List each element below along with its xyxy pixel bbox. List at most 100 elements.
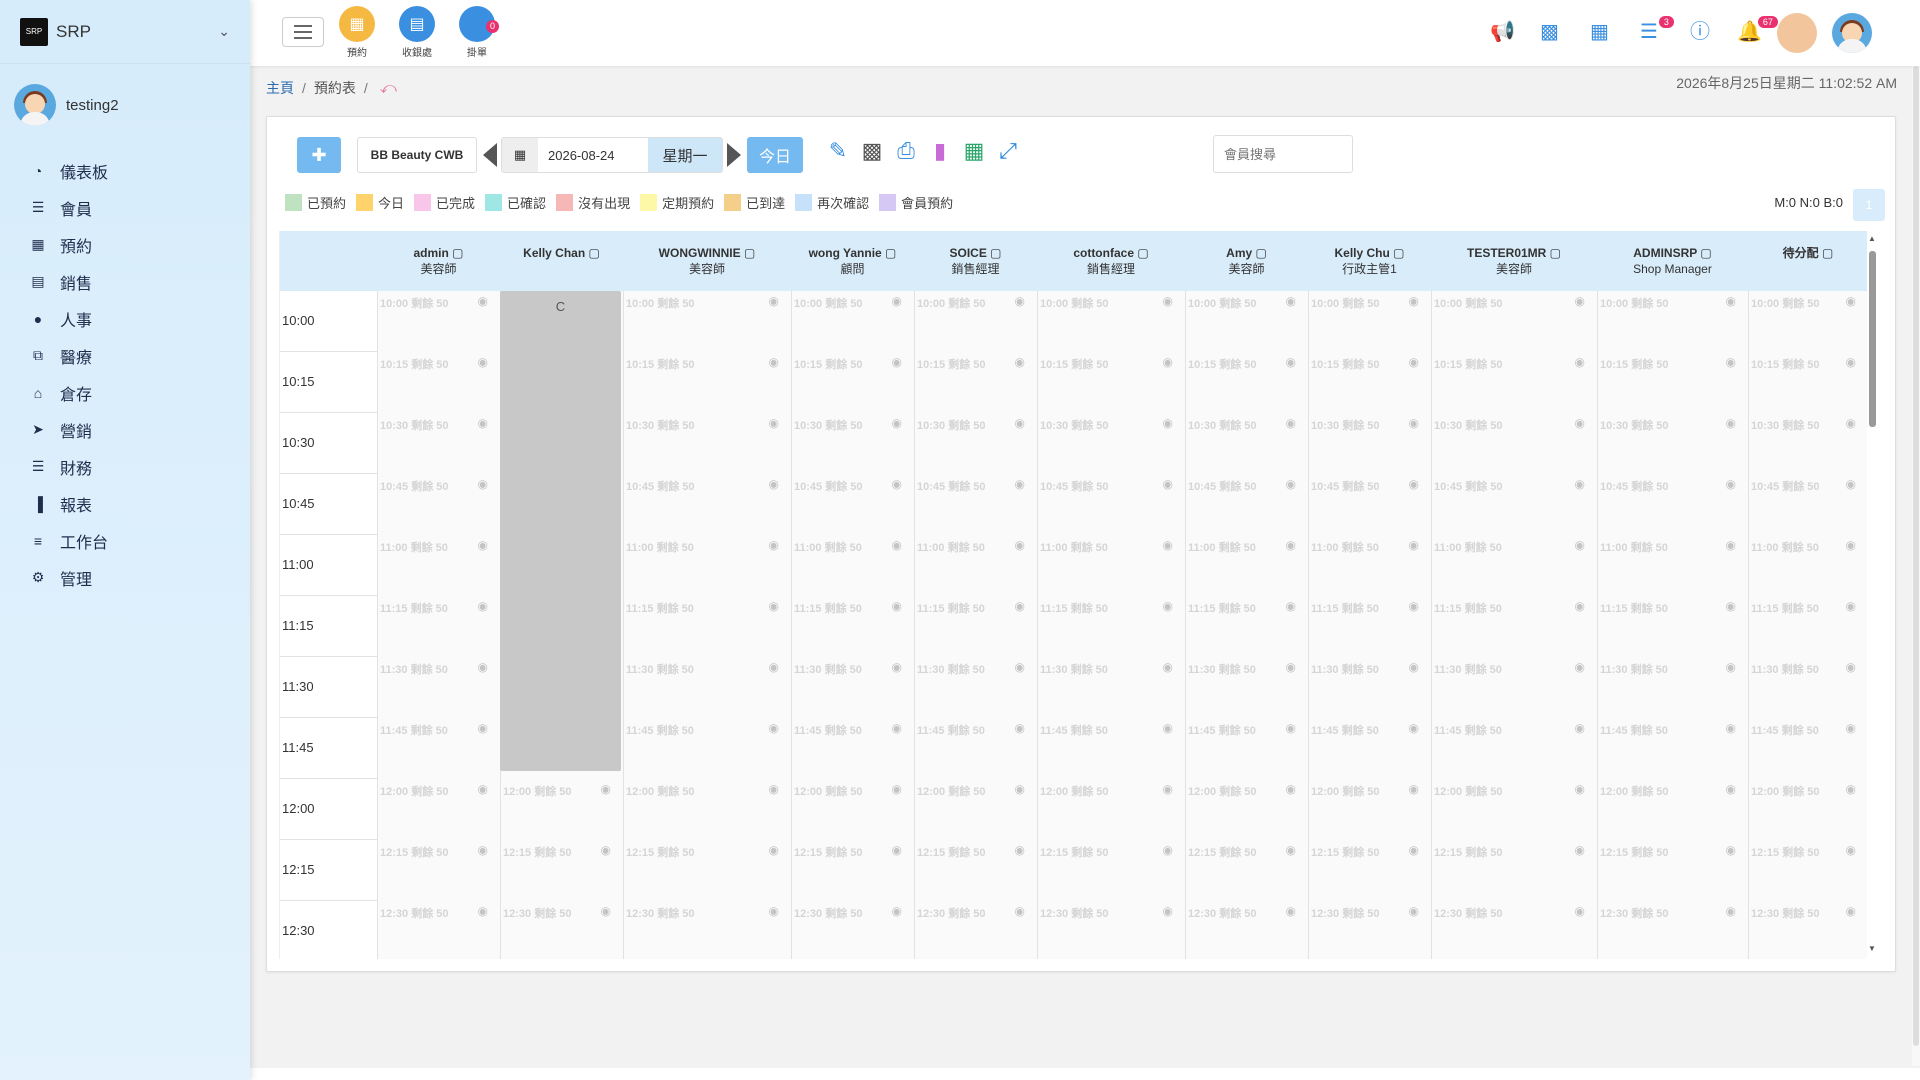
slot-cell[interactable]: 10:00 剩餘 50 ◉ <box>1037 291 1185 352</box>
slot-cell[interactable]: 12:00 剩餘 50 ◉ <box>1308 779 1431 840</box>
eye-icon[interactable]: ◉ <box>1726 660 1736 674</box>
eye-icon[interactable]: ◉ <box>601 904 611 918</box>
staff-column-header[interactable]: Amy ▢ 美容師 <box>1185 245 1308 277</box>
calendar-icon[interactable]: ▢ <box>1134 246 1148 260</box>
eye-icon[interactable]: ◉ <box>1575 660 1585 674</box>
eye-icon[interactable]: ◉ <box>1163 538 1173 552</box>
eye-icon[interactable]: ◉ <box>1575 904 1585 918</box>
eye-icon[interactable]: ◉ <box>892 721 902 735</box>
slot-cell[interactable]: 12:30 剩餘 50 ◉ <box>1748 901 1868 959</box>
slot-cell[interactable]: 12:15 剩餘 50 ◉ <box>914 840 1037 901</box>
staff-column-header[interactable]: cottonface ▢ 銷售經理 <box>1037 245 1185 277</box>
eye-icon[interactable]: ◉ <box>1575 538 1585 552</box>
eye-icon[interactable]: ◉ <box>1409 843 1419 857</box>
eye-icon[interactable]: ◉ <box>1015 904 1025 918</box>
eye-icon[interactable]: ◉ <box>478 782 488 796</box>
slot-cell[interactable]: 12:30 剩餘 50 ◉ <box>377 901 500 959</box>
slot-cell[interactable]: 11:30 剩餘 50 ◉ <box>1185 657 1308 718</box>
slot-cell[interactable]: 11:45 剩餘 50 ◉ <box>377 718 500 779</box>
sidebar-item-0[interactable]: ◔ 儀表板 <box>0 152 250 189</box>
slot-cell[interactable]: 12:15 剩餘 50 ◉ <box>1037 840 1185 901</box>
slot-cell[interactable]: 12:00 剩餘 50 ◉ <box>791 779 914 840</box>
calendar-icon[interactable]: ▢ <box>1390 246 1404 260</box>
slot-cell[interactable]: 10:00 剩餘 50 ◉ <box>1748 291 1868 352</box>
eye-icon[interactable]: ◉ <box>769 416 779 430</box>
sidebar-item-11[interactable]: ⚙ 管理 <box>0 559 250 596</box>
eye-icon[interactable]: ◉ <box>769 843 779 857</box>
page-button[interactable]: 1 <box>1853 189 1885 221</box>
eye-icon[interactable]: ◉ <box>1726 294 1736 308</box>
slot-cell[interactable]: 11:00 剩餘 50 ◉ <box>1431 535 1597 596</box>
slot-cell[interactable]: 12:30 剩餘 50 ◉ <box>791 901 914 959</box>
eye-icon[interactable]: ◉ <box>1726 477 1736 491</box>
slot-cell[interactable]: 11:45 剩餘 50 ◉ <box>1431 718 1597 779</box>
eye-icon[interactable]: ◉ <box>1846 355 1856 369</box>
slot-cell[interactable]: 10:30 剩餘 50 ◉ <box>914 413 1037 474</box>
slot-cell[interactable]: 10:00 剩餘 50 ◉ <box>1185 291 1308 352</box>
eye-icon[interactable]: ◉ <box>769 294 779 308</box>
slot-cell[interactable]: 12:00 剩餘 50 ◉ <box>1431 779 1597 840</box>
slot-cell[interactable]: 11:30 剩餘 50 ◉ <box>914 657 1037 718</box>
next-day-button[interactable] <box>727 143 741 167</box>
staff-column-header[interactable]: Kelly Chan ▢ <box>500 245 623 261</box>
slot-cell[interactable]: 11:15 剩餘 50 ◉ <box>914 596 1037 657</box>
eye-icon[interactable]: ◉ <box>892 538 902 552</box>
eye-icon[interactable]: ◉ <box>1163 782 1173 796</box>
scroll-up-icon[interactable]: ▲ <box>1868 234 1876 243</box>
eye-icon[interactable]: ◉ <box>1409 660 1419 674</box>
room-icon[interactable]: ▩ <box>857 136 887 166</box>
sidebar-item-6[interactable]: ⌂ 倉存 <box>0 374 250 411</box>
eye-icon[interactable]: ◉ <box>769 477 779 491</box>
eye-icon[interactable]: ◉ <box>1409 538 1419 552</box>
slot-cell[interactable]: 12:15 剩餘 50 ◉ <box>1308 840 1431 901</box>
eye-icon[interactable]: ◉ <box>1163 843 1173 857</box>
eye-icon[interactable]: ◉ <box>1846 294 1856 308</box>
eye-icon[interactable]: ◉ <box>1015 416 1025 430</box>
slot-cell[interactable]: 11:30 剩餘 50 ◉ <box>1308 657 1431 718</box>
slot-cell[interactable]: 10:15 剩餘 50 ◉ <box>1185 352 1308 413</box>
slot-cell[interactable]: 12:00 剩餘 50 ◉ <box>1748 779 1868 840</box>
slot-cell[interactable]: 10:45 剩餘 50 ◉ <box>914 474 1037 535</box>
eye-icon[interactable]: ◉ <box>478 660 488 674</box>
sidebar-item-10[interactable]: ≡ 工作台 <box>0 522 250 559</box>
eye-icon[interactable]: ◉ <box>1409 294 1419 308</box>
eye-icon[interactable]: ◉ <box>478 843 488 857</box>
calendar-icon[interactable]: ▢ <box>987 246 1001 260</box>
slot-cell[interactable]: 11:45 剩餘 50 ◉ <box>1185 718 1308 779</box>
calendar-icon[interactable]: ▢ <box>1546 246 1561 260</box>
eye-icon[interactable]: ◉ <box>892 355 902 369</box>
eye-icon[interactable]: ◉ <box>892 843 902 857</box>
eye-icon[interactable]: ◉ <box>1846 599 1856 613</box>
slot-cell[interactable]: 10:45 剩餘 50 ◉ <box>623 474 791 535</box>
schedule-grid[interactable]: admin ▢ 美容師 Kelly Chan ▢ WONGWINNIE ▢ 美容師 won… <box>279 231 1877 959</box>
prev-day-button[interactable] <box>483 143 497 167</box>
eye-icon[interactable]: ◉ <box>601 782 611 796</box>
eye-icon[interactable]: ◉ <box>1726 843 1736 857</box>
eye-icon[interactable]: ◉ <box>1726 721 1736 735</box>
eye-icon[interactable]: ◉ <box>1015 721 1025 735</box>
slot-cell[interactable]: 12:15 剩餘 50 ◉ <box>1185 840 1308 901</box>
slot-cell[interactable]: 12:30 剩餘 50 ◉ <box>914 901 1037 959</box>
booking-block[interactable]: C <box>500 291 621 771</box>
slot-cell[interactable]: 10:45 剩餘 50 ◉ <box>1308 474 1431 535</box>
slot-cell[interactable]: 10:45 剩餘 50 ◉ <box>1037 474 1185 535</box>
slot-cell[interactable]: 12:00 剩餘 50 ◉ <box>1597 779 1748 840</box>
eye-icon[interactable]: ◉ <box>1726 904 1736 918</box>
slot-cell[interactable]: 11:30 剩餘 50 ◉ <box>791 657 914 718</box>
slot-cell[interactable]: 10:00 剩餘 50 ◉ <box>1431 291 1597 352</box>
slot-cell[interactable]: 10:00 剩餘 50 ◉ <box>1308 291 1431 352</box>
eye-icon[interactable]: ◉ <box>1286 355 1296 369</box>
eye-icon[interactable]: ◉ <box>1575 721 1585 735</box>
chevron-down-icon[interactable]: ⌄ <box>218 23 230 40</box>
eye-icon[interactable]: ◉ <box>1286 782 1296 796</box>
sidebar-item-9[interactable]: ▐ 報表 <box>0 485 250 522</box>
eye-icon[interactable]: ◉ <box>1726 538 1736 552</box>
sidebar-item-2[interactable]: ▦ 預約 <box>0 226 250 263</box>
eye-icon[interactable]: ◉ <box>1163 416 1173 430</box>
sidebar-item-8[interactable]: ☰ 財務 <box>0 448 250 485</box>
eye-icon[interactable]: ◉ <box>1286 843 1296 857</box>
user-avatar[interactable] <box>1832 13 1872 53</box>
eye-icon[interactable]: ◉ <box>601 843 611 857</box>
slot-cell[interactable]: 10:45 剩餘 50 ◉ <box>1431 474 1597 535</box>
slot-cell[interactable]: 11:30 剩餘 50 ◉ <box>1748 657 1868 718</box>
